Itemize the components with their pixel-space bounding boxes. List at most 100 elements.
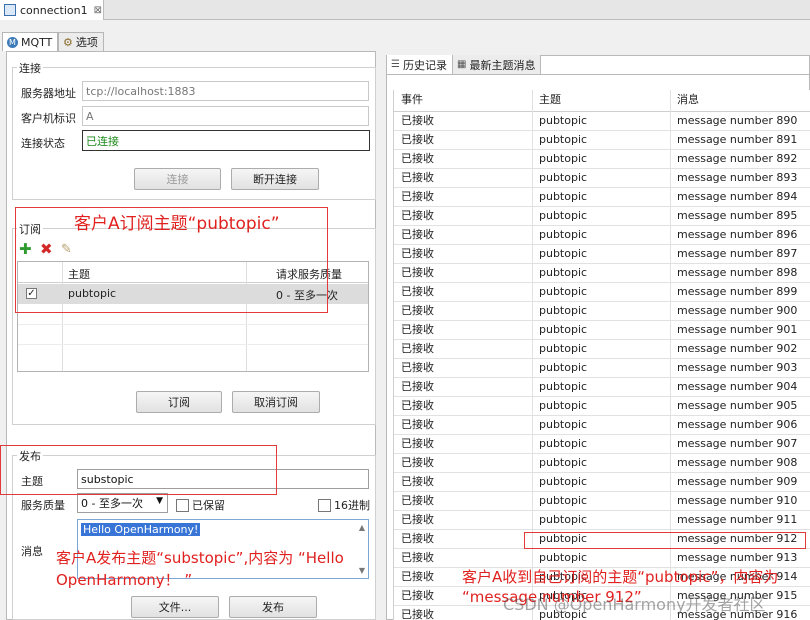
history-table-header: 事件 主题 消息 xyxy=(394,90,810,112)
table-row[interactable]: 已接收 pubtopic message number 902 xyxy=(394,339,810,359)
history-cell-event: 已接收 xyxy=(401,133,434,146)
history-cell-event: 已接收 xyxy=(401,114,434,127)
publish-annotation-line2: OpenHarmony！ ” xyxy=(56,571,193,589)
publish-qos-value: 0 - 至多一次 xyxy=(81,497,143,510)
history-cell-event: 已接收 xyxy=(401,589,434,602)
table-row[interactable]: 已接收 pubtopic message number 903 xyxy=(394,358,810,378)
table-row[interactable]: 已接收 pubtopic message number 901 xyxy=(394,320,810,340)
document-tab-connection1[interactable]: connection1 ⊠ xyxy=(0,0,104,20)
table-row[interactable]: 已接收 pubtopic message number 895 xyxy=(394,206,810,226)
receive-annotation-box xyxy=(524,532,806,549)
message-scroll-up-icon[interactable]: ▲ xyxy=(359,523,365,532)
history-cell-topic: pubtopic xyxy=(539,323,588,336)
history-cell-event: 已接收 xyxy=(401,228,434,241)
history-cell-event: 已接收 xyxy=(401,570,434,583)
table-row[interactable]: 已接收 pubtopic message number 908 xyxy=(394,453,810,473)
table-row[interactable]: 已接收 pubtopic message number 907 xyxy=(394,434,810,454)
unsubscribe-button[interactable]: 取消订阅 xyxy=(232,391,320,413)
history-col-message[interactable]: 消息 xyxy=(670,90,699,109)
history-cell-event: 已接收 xyxy=(401,513,434,526)
tab-mqtt-label: MQTT xyxy=(21,35,53,49)
history-cell-topic: pubtopic xyxy=(539,513,588,526)
server-label: 服务器地址 xyxy=(21,87,76,100)
close-tab-icon[interactable]: ⊠ xyxy=(94,5,102,16)
history-cell-message: message number 903 xyxy=(677,361,798,374)
history-cell-message: message number 907 xyxy=(677,437,798,450)
history-cell-message: message number 908 xyxy=(677,456,798,469)
document-tab-bar xyxy=(0,0,810,20)
tab-history[interactable]: ☰ 历史记录 xyxy=(387,55,453,74)
chevron-down-icon: ▼ xyxy=(156,496,163,506)
history-cell-event: 已接收 xyxy=(401,171,434,184)
retain-label: 已保留 xyxy=(192,499,225,512)
publish-annotation-line1: 客户A发布主题“substopic”,内容为 “Hello xyxy=(56,549,344,567)
server-address-field[interactable]: tcp://localhost:1883 xyxy=(82,81,369,101)
publish-button[interactable]: 发布 xyxy=(229,596,317,618)
history-cell-topic: pubtopic xyxy=(539,133,588,146)
table-row[interactable]: 已接收 pubtopic message number 911 xyxy=(394,510,810,530)
table-row[interactable]: 已接收 pubtopic message number 892 xyxy=(394,149,810,169)
gear-icon: ⚙ xyxy=(63,35,73,49)
hex-checkbox[interactable]: 16进制 xyxy=(318,497,370,513)
table-row[interactable]: 已接收 pubtopic message number 900 xyxy=(394,301,810,321)
table-row[interactable]: 已接收 pubtopic message number 898 xyxy=(394,263,810,283)
publish-qos-select[interactable]: 0 - 至多一次 ▼ xyxy=(77,493,168,513)
history-cell-event: 已接收 xyxy=(401,608,434,620)
tab-options[interactable]: ⚙ 选项 xyxy=(58,32,104,51)
table-row[interactable]: 已接收 pubtopic message number 890 xyxy=(394,111,810,131)
history-cell-event: 已接收 xyxy=(401,456,434,469)
retain-checkbox-box xyxy=(176,498,189,512)
table-row[interactable]: 已接收 pubtopic message number 891 xyxy=(394,130,810,150)
disconnect-button[interactable]: 断开连接 xyxy=(231,168,319,190)
history-cell-event: 已接收 xyxy=(401,437,434,450)
history-cell-topic: pubtopic xyxy=(539,361,588,374)
history-cell-message: message number 899 xyxy=(677,285,798,298)
hex-checkbox-box xyxy=(318,498,331,512)
receive-annotation-line1: 客户A收到自己订阅的主题“pubtopic”，内容为 xyxy=(462,568,779,586)
history-cell-topic: pubtopic xyxy=(539,190,588,203)
message-value: Hello OpenHarmony! xyxy=(81,523,201,536)
message-scroll-down-icon[interactable]: ▼ xyxy=(359,566,365,575)
tab-divider-line xyxy=(386,74,810,75)
file-button[interactable]: 文件... xyxy=(131,596,219,618)
table-row[interactable]: 已接收 pubtopic message number 893 xyxy=(394,168,810,188)
history-cell-event: 已接收 xyxy=(401,266,434,279)
history-cell-message: message number 909 xyxy=(677,475,798,488)
table-row[interactable]: 已接收 pubtopic message number 909 xyxy=(394,472,810,492)
retain-checkbox[interactable]: 已保留 xyxy=(176,497,225,513)
table-row[interactable]: 已接收 pubtopic message number 897 xyxy=(394,244,810,264)
table-row[interactable]: 已接收 pubtopic message number 910 xyxy=(394,491,810,511)
history-col-topic[interactable]: 主题 xyxy=(532,90,561,109)
history-cell-topic: pubtopic xyxy=(539,494,588,507)
document-tab-title: connection1 xyxy=(20,3,88,17)
history-cell-event: 已接收 xyxy=(401,399,434,412)
connect-button[interactable]: 连接 xyxy=(134,168,221,190)
table-row[interactable]: 已接收 pubtopic message number 905 xyxy=(394,396,810,416)
history-cell-event: 已接收 xyxy=(401,475,434,488)
table-row[interactable]: 已接收 pubtopic message number 913 xyxy=(394,548,810,568)
history-cell-message: message number 911 xyxy=(677,513,798,526)
history-col-event[interactable]: 事件 xyxy=(394,90,423,109)
history-cell-message: message number 892 xyxy=(677,152,798,165)
status-label: 连接状态 xyxy=(21,137,65,150)
client-id-field[interactable]: A xyxy=(82,106,369,126)
history-cell-topic: pubtopic xyxy=(539,551,588,564)
client-id-label: 客户机标识 xyxy=(21,112,76,125)
table-row[interactable]: 已接收 pubtopic message number 906 xyxy=(394,415,810,435)
connection-status-value: 已连接 xyxy=(86,134,119,148)
table-row-divider xyxy=(18,324,368,325)
tab-mqtt[interactable]: M MQTT xyxy=(2,32,58,51)
message-label: 消息 xyxy=(21,545,43,558)
list-icon: ☰ xyxy=(391,59,400,70)
table-row[interactable]: 已接收 pubtopic message number 894 xyxy=(394,187,810,207)
table-row[interactable]: 已接收 pubtopic message number 899 xyxy=(394,282,810,302)
table-row[interactable]: 已接收 pubtopic message number 896 xyxy=(394,225,810,245)
subscribe-button[interactable]: 订阅 xyxy=(136,391,222,413)
table-row[interactable]: 已接收 pubtopic message number 904 xyxy=(394,377,810,397)
history-cell-event: 已接收 xyxy=(401,532,434,545)
tab-latest-messages[interactable]: ▦ 最新主题消息 xyxy=(453,55,541,74)
connection-group-label: 连接 xyxy=(17,60,43,76)
history-cell-message: message number 896 xyxy=(677,228,798,241)
history-cell-event: 已接收 xyxy=(401,380,434,393)
history-cell-topic: pubtopic xyxy=(539,152,588,165)
